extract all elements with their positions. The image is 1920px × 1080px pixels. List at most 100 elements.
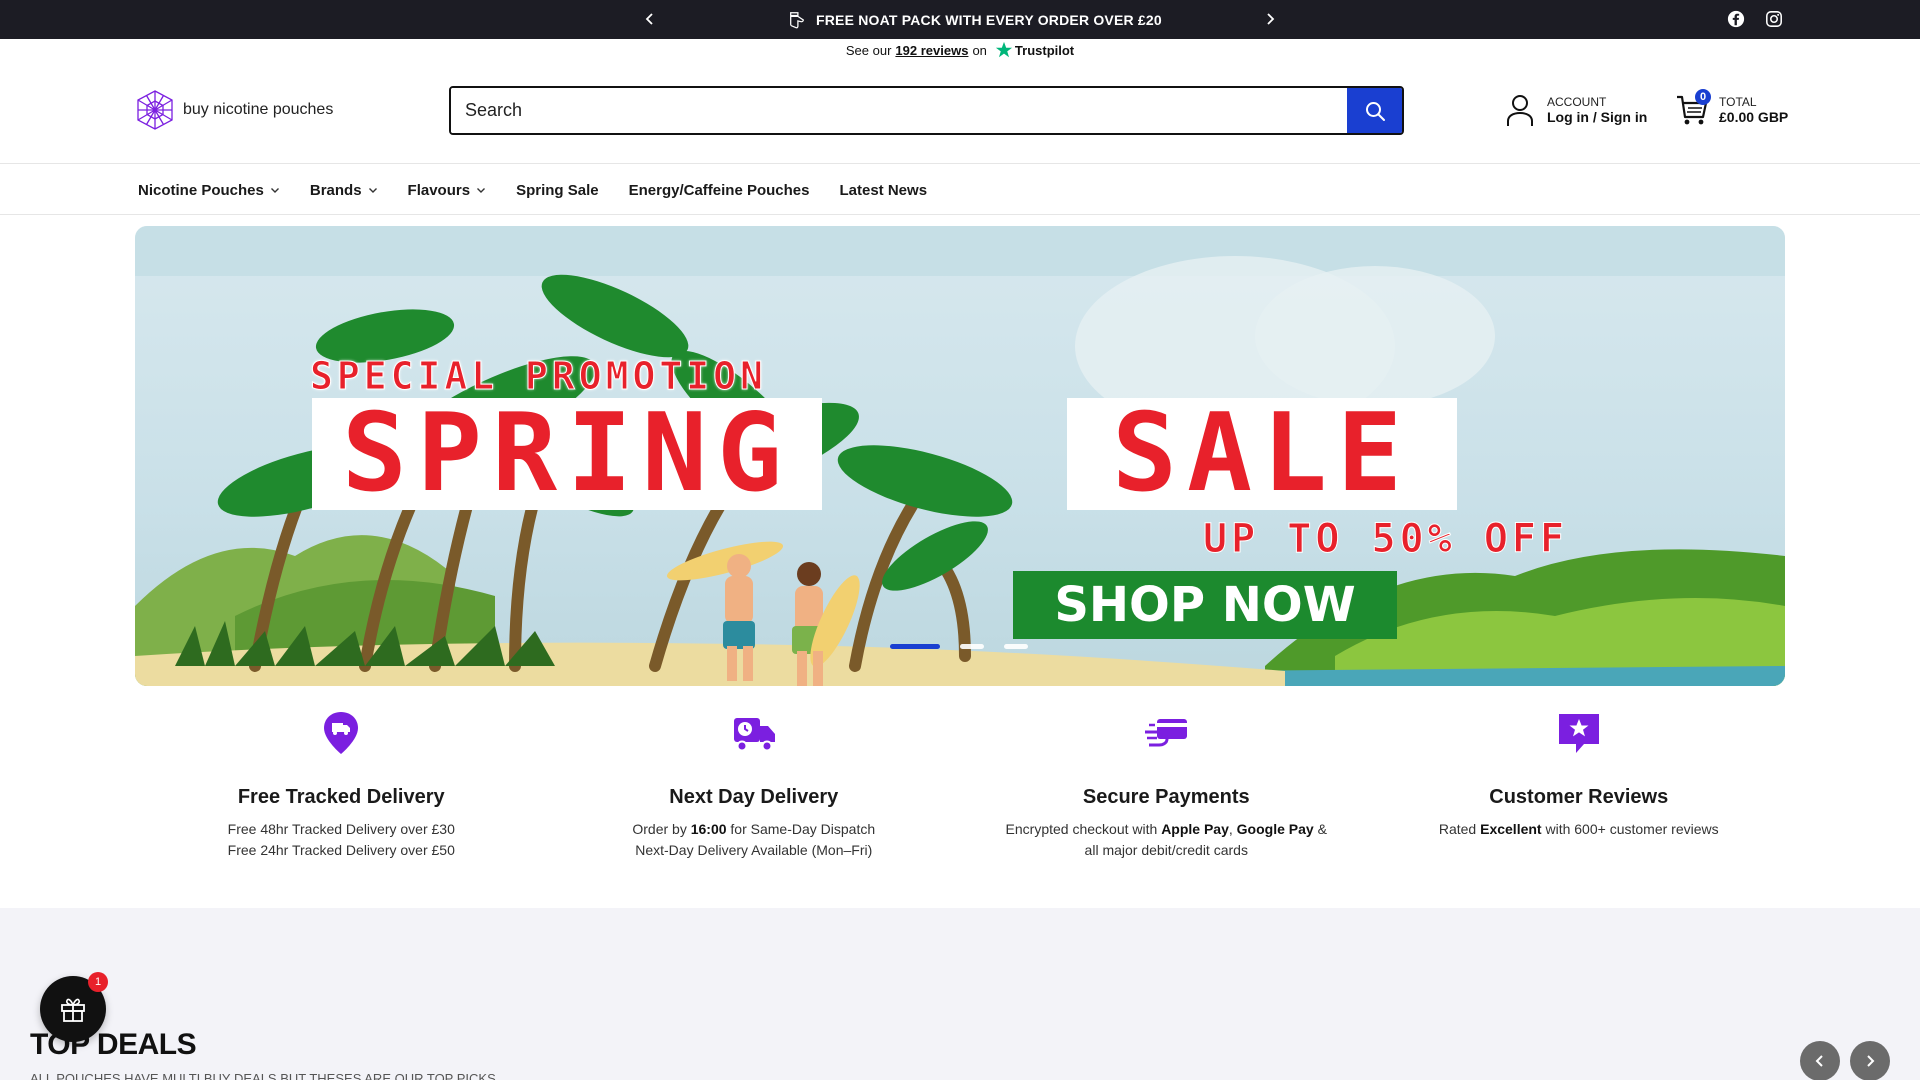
trustpilot-on: on [972, 42, 987, 58]
facebook-link[interactable] [1726, 9, 1746, 29]
announcement-bar: FREE NOAT PACK WITH EVERY ORDER OVER £20 [0, 0, 1920, 39]
trustpilot-logo: Trustpilot [995, 41, 1074, 59]
slide-dot-2[interactable] [960, 644, 984, 649]
feature-line1: Order by 16:00 for Same-Day Dispatch [632, 819, 875, 840]
feature-line1: Encrypted checkout with Apple Pay, Googl… [1006, 819, 1327, 840]
hero-upto-text: UP TO 50% OFF [1202, 516, 1569, 563]
account-link[interactable]: ACCOUNT Log in / Sign in [1505, 93, 1647, 127]
hero-banner[interactable]: SPECIAL PROMOTION SPRING SALE UP TO 50% … [135, 226, 1785, 686]
search-icon [1365, 101, 1385, 121]
feature-text: Encrypted checkout with [1005, 821, 1162, 837]
features-row: Free Tracked Delivery Free 48hr Tracked … [135, 710, 1785, 880]
top-deals-subtitle: ALL POUCHES HAVE MULTI BUY DEALS BUT THE… [30, 1071, 496, 1080]
hero-sale-word1: SPRING [341, 391, 793, 516]
feature-bold-text: Google Pay [1236, 821, 1314, 837]
nav-label: Latest News [839, 181, 928, 199]
nav-label: Spring Sale [516, 181, 599, 199]
logo-text: buy nicotine pouches [183, 101, 334, 118]
feature-text: for Same-Day Dispatch [726, 821, 876, 837]
nav-item-latest-news[interactable]: Latest News [840, 182, 928, 199]
search-input[interactable] [451, 88, 1347, 133]
nav-item-energy-caffeine[interactable]: Energy/Caffeine Pouches [629, 182, 810, 199]
announcement-text: FREE NOAT PACK WITH EVERY ORDER OVER £20 [816, 11, 1162, 28]
thumbs-up-icon [790, 11, 804, 28]
gift-badge: 1 [88, 972, 108, 992]
delivery-pin-icon [324, 712, 359, 754]
nav-item-flavours[interactable]: Flavours [408, 182, 487, 199]
feature-line1: Free 48hr Tracked Delivery over £30 [227, 821, 455, 837]
site-header: buy nicotine pouches ACCOUNT Log in / Si… [0, 61, 1920, 164]
hero-sale-word1-box: SPRING [312, 398, 822, 510]
chevron-left-icon [645, 13, 653, 25]
user-icon [1507, 95, 1533, 126]
search-bar [449, 86, 1404, 135]
fast-truck-icon [733, 718, 775, 752]
slide-dot-1[interactable] [890, 644, 940, 649]
hero-sale-word2-box: SALE [1067, 398, 1457, 510]
rewards-gift-button[interactable]: 1 [40, 972, 108, 1042]
feature-title: Customer Reviews [1489, 786, 1669, 808]
feature-secure-payments: Secure Payments Encrypted checkout with … [960, 710, 1373, 880]
deals-prev-button[interactable] [1800, 1041, 1840, 1080]
instagram-link[interactable] [1764, 9, 1784, 29]
chevron-down-icon [270, 188, 279, 193]
feature-text: & [1313, 821, 1327, 837]
cart-link[interactable]: 0 TOTAL £0.00 GBP [1675, 89, 1789, 127]
feature-title: Secure Payments [1082, 786, 1250, 808]
nav-label: Brands [309, 181, 362, 199]
hero-shop-now-button[interactable]: SHOP NOW [1013, 571, 1397, 639]
deals-next-button[interactable] [1850, 1041, 1890, 1080]
hero-sale-word2: SALE [1111, 391, 1413, 516]
hero-slide-dots [890, 644, 1028, 649]
cart-count-badge: 0 [1695, 89, 1711, 105]
feature-bold-text: Apple Pay [1161, 821, 1229, 837]
chevron-right-icon [1267, 13, 1275, 25]
feature-title: Next Day Delivery [669, 786, 839, 808]
chevron-down-icon [477, 188, 486, 193]
account-action[interactable]: Log in / Sign in [1547, 109, 1647, 125]
feature-free-tracked-delivery: Free Tracked Delivery Free 48hr Tracked … [135, 710, 548, 880]
chevron-right-icon [1867, 1055, 1875, 1067]
nav-label: Flavours [407, 181, 471, 199]
trustpilot-review-count[interactable]: 192 reviews [895, 43, 968, 58]
facebook-icon [1727, 10, 1745, 28]
nav-label: Energy/Caffeine Pouches [628, 181, 810, 199]
feature-text: with 600+ customer reviews [1541, 821, 1719, 837]
feature-text: Order by [632, 821, 691, 837]
feature-title: Free Tracked Delivery [237, 786, 445, 808]
nav-item-nicotine-pouches[interactable]: Nicotine Pouches [138, 182, 280, 199]
cart-label: TOTAL [1719, 95, 1757, 109]
feature-next-day-delivery: Next Day Delivery Order by 16:00 for Sam… [548, 710, 961, 880]
nav-item-brands[interactable]: Brands [310, 182, 378, 199]
feature-bold-text: Excellent [1480, 821, 1542, 837]
feature-line2: all major debit/credit cards [1084, 842, 1248, 858]
instagram-icon [1766, 11, 1782, 27]
announcement-next-button[interactable] [1259, 8, 1281, 30]
feature-text: Rated [1438, 821, 1481, 837]
account-label: ACCOUNT [1547, 95, 1607, 109]
feature-line2: Next-Day Delivery Available (Mon–Fri) [635, 842, 873, 858]
site-logo[interactable]: buy nicotine pouches [135, 89, 333, 131]
slide-dot-3[interactable] [1004, 644, 1028, 649]
trustpilot-brand: Trustpilot [1014, 42, 1075, 58]
main-nav: Nicotine Pouches Brands Flavours Spring … [0, 165, 1920, 215]
review-star-icon [1558, 714, 1599, 753]
top-deals-section: TOP DEALS ALL POUCHES HAVE MULTI BUY DEA… [0, 908, 1920, 1080]
chevron-left-icon [1815, 1055, 1823, 1067]
feature-line1: Rated Excellent with 600+ customer revie… [1439, 819, 1719, 840]
feature-line2: Free 24hr Tracked Delivery over £50 [227, 842, 455, 858]
announcement-message: FREE NOAT PACK WITH EVERY ORDER OVER £20 [788, 0, 1162, 39]
feature-customer-reviews: Customer Reviews Rated Excellent with 60… [1373, 710, 1786, 880]
announcement-prev-button[interactable] [639, 8, 661, 30]
nav-item-spring-sale[interactable]: Spring Sale [516, 182, 599, 199]
card-payment-icon [1145, 719, 1188, 747]
trustpilot-star-icon [995, 41, 1013, 58]
cart-total: £0.00 GBP [1719, 109, 1789, 125]
trustpilot-strip[interactable]: See our 192 reviews on Trustpilot [0, 39, 1920, 61]
nav-label: Nicotine Pouches [138, 181, 264, 199]
search-button[interactable] [1347, 88, 1402, 133]
feature-bold-text: 16:00 [690, 821, 727, 837]
chevron-down-icon [368, 188, 377, 193]
feature-text: , [1228, 821, 1237, 837]
trustpilot-prefix: See our [845, 42, 892, 58]
